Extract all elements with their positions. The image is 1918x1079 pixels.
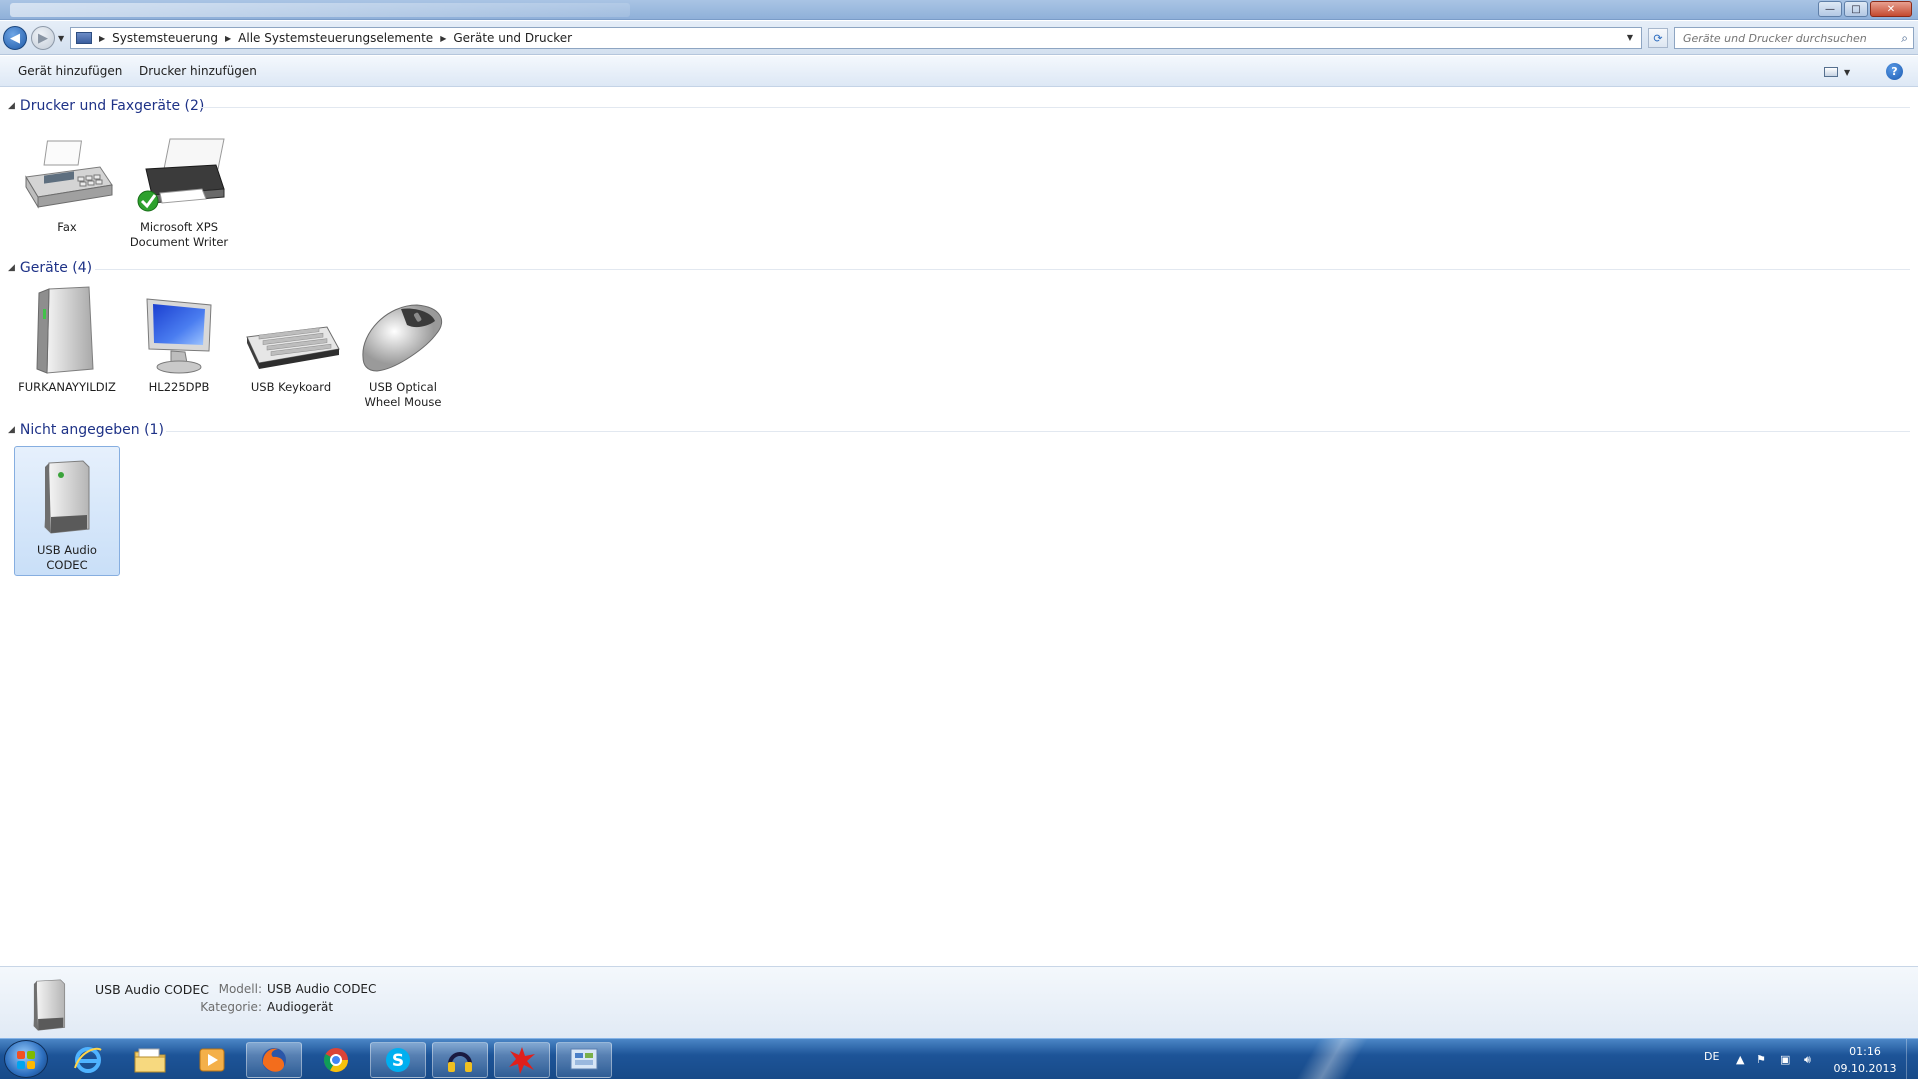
address-bar[interactable]: ▶ Systemsteuerung ▶ Alle Systemsteuerung…	[70, 27, 1642, 49]
breadcrumb-separator-icon[interactable]: ▶	[440, 34, 446, 43]
media-player-icon[interactable]	[184, 1042, 240, 1078]
control-panel-small-icon	[76, 32, 92, 44]
group-divider	[95, 269, 1910, 270]
navigation-bar: ◀ ▶ ▼ ▶ Systemsteuerung ▶ Alle Systemste…	[0, 21, 1918, 55]
keyboard-icon	[246, 326, 340, 369]
group-header-devices[interactable]: ◢ Geräte (4)	[8, 258, 92, 278]
details-category-label: Kategorie:	[200, 1000, 262, 1014]
window-title-bar: — □ ✕	[0, 0, 1918, 20]
device-label: Fax	[57, 220, 77, 234]
clock-date: 09.10.2013	[1833, 1062, 1897, 1075]
breadcrumb-separator-icon[interactable]: ▶	[225, 34, 231, 43]
group-divider	[166, 431, 1910, 432]
chevron-down-icon: ▼	[1844, 67, 1851, 77]
action-center-flag-icon[interactable]: ⚑	[1756, 1053, 1766, 1066]
device-label: Microsoft XPS Document Writer	[129, 220, 229, 249]
volume-icon[interactable]: 🔊︎	[1804, 1053, 1811, 1067]
printer-default-icon	[137, 138, 225, 212]
add-printer-button[interactable]: Drucker hinzufügen	[139, 64, 257, 78]
add-device-button[interactable]: Gerät hinzufügen	[18, 64, 122, 78]
details-model-value: USB Audio CODEC	[267, 982, 377, 996]
search-icon[interactable]: ⌕	[1901, 31, 1908, 46]
help-button[interactable]: ?	[1886, 63, 1903, 80]
view-icon	[1824, 67, 1838, 77]
explorer-folder-icon[interactable]	[122, 1042, 178, 1078]
group-title: Drucker und Faxgeräte (2)	[19, 98, 205, 114]
group-header-printers[interactable]: ◢ Drucker und Faxgeräte (2)	[8, 96, 204, 116]
group-title: Geräte (4)	[19, 260, 93, 276]
search-box[interactable]: ⌕	[1674, 27, 1914, 49]
collapse-triangle-icon[interactable]: ◢	[8, 263, 15, 273]
breadcrumb-geraete-drucker[interactable]: Geräte und Drucker	[453, 31, 572, 45]
refresh-button[interactable]: ⟳	[1648, 28, 1668, 48]
details-pane: USB Audio CODEC Modell: USB Audio CODEC …	[0, 966, 1918, 1038]
svg-text:S: S	[392, 1051, 404, 1071]
monitor-icon	[146, 298, 212, 374]
group-header-unspecified[interactable]: ◢ Nicht angegeben (1)	[8, 420, 164, 440]
control-panel-icon[interactable]	[556, 1042, 612, 1078]
taskbar: S DE ▲ ⚑ ▣ 🔊︎ 01:16 09.10.2013	[0, 1038, 1918, 1079]
audio-device-icon	[44, 460, 90, 534]
breadcrumb-alle-elemente[interactable]: Alle Systemsteuerungselemente	[238, 31, 433, 45]
device-item-fax[interactable]: Fax	[14, 134, 120, 264]
device-label: USB Keykoard	[250, 380, 332, 394]
internet-explorer-icon[interactable]	[60, 1042, 116, 1078]
change-view-button[interactable]: ▼	[1824, 64, 1860, 80]
devices-content-area: ◢ Drucker und Faxgeräte (2) Fax Microsof…	[0, 88, 1918, 966]
breadcrumb-systemsteuerung[interactable]: Systemsteuerung	[112, 31, 218, 45]
breadcrumb-separator-icon[interactable]: ▶	[99, 34, 105, 43]
start-button[interactable]	[4, 1040, 48, 1078]
command-bar: Gerät hinzufügen Drucker hinzufügen ▼ ?	[0, 56, 1918, 87]
collapse-triangle-icon[interactable]: ◢	[8, 425, 15, 435]
device-item-computer[interactable]: FURKANAYYILDIZ	[14, 284, 120, 414]
device-item-mouse[interactable]: USB Optical Wheel Mouse	[350, 284, 456, 414]
mouse-icon	[362, 304, 442, 372]
window-title-blurred	[10, 3, 630, 17]
device-label: HL225DPB	[148, 380, 210, 394]
close-button[interactable]: ✕	[1870, 1, 1912, 17]
windows-logo-icon	[17, 1051, 35, 1069]
forward-button[interactable]: ▶	[31, 26, 55, 50]
device-item-keyboard[interactable]: USB Keykoard	[238, 284, 344, 414]
show-desktop-button[interactable]	[1906, 1039, 1918, 1079]
device-item-usb-audio[interactable]: USB Audio CODEC	[14, 446, 120, 576]
collapse-triangle-icon[interactable]: ◢	[8, 101, 15, 111]
selected-device-icon	[33, 979, 66, 1031]
device-label: USB Audio CODEC	[37, 543, 97, 572]
recent-pages-dropdown-icon[interactable]: ▼	[58, 34, 64, 43]
device-item-xps-writer[interactable]: Microsoft XPS Document Writer	[126, 134, 232, 264]
maximize-button[interactable]: □	[1844, 1, 1868, 17]
fax-icon	[25, 140, 113, 209]
clock-time: 01:16	[1849, 1045, 1881, 1058]
device-label: USB Optical Wheel Mouse	[364, 380, 442, 409]
skype-icon[interactable]: S	[370, 1042, 426, 1078]
chrome-icon[interactable]	[308, 1042, 364, 1078]
group-title: Nicht angegeben (1)	[19, 422, 164, 438]
back-button[interactable]: ◀	[3, 26, 27, 50]
search-input[interactable]	[1683, 31, 1893, 45]
network-icon[interactable]: ▣	[1780, 1053, 1790, 1066]
system-clock[interactable]: 01:16 09.10.2013	[1820, 1043, 1910, 1077]
details-device-name: USB Audio CODEC	[95, 982, 209, 997]
headphones-app-icon[interactable]	[432, 1042, 488, 1078]
minimize-button[interactable]: —	[1818, 1, 1842, 17]
details-category-value: Audiogerät	[267, 1000, 334, 1014]
firefox-icon[interactable]	[246, 1042, 302, 1078]
group-divider	[200, 107, 1910, 108]
details-model-label: Modell:	[218, 982, 262, 996]
computer-tower-icon	[36, 286, 94, 374]
address-dropdown-icon[interactable]: ▼	[1627, 33, 1633, 42]
red-splash-app-icon[interactable]	[494, 1042, 550, 1078]
device-label: FURKANAYYILDIZ	[18, 380, 116, 394]
show-hidden-icons-icon[interactable]: ▲	[1736, 1053, 1744, 1066]
device-item-monitor[interactable]: HL225DPB	[126, 284, 232, 414]
language-indicator[interactable]: DE	[1704, 1050, 1719, 1063]
window-controls: — □ ✕	[1818, 1, 1912, 17]
